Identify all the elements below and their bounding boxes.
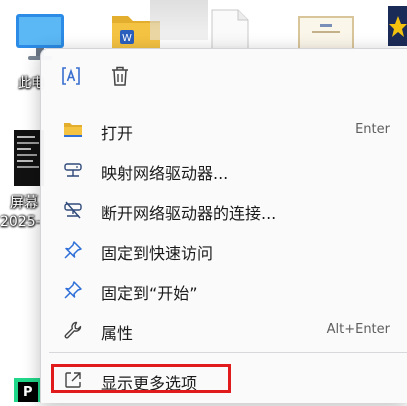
pycharm-icon: P [14, 378, 40, 402]
trash-icon [112, 66, 128, 86]
translate-button[interactable] [54, 61, 88, 91]
menu-item-shortcut: Alt+Enter [326, 322, 390, 337]
pin-icon [64, 241, 82, 259]
menu-item-open[interactable]: 打开 Enter [47, 111, 407, 149]
menu-item-label: 打开 [101, 124, 134, 143]
menu-item-label: 固定到快速访问 [101, 244, 214, 263]
wrench-icon [64, 321, 82, 339]
menu-item-disconnect-network-drive[interactable]: 断开网络驱动器的连接... [47, 191, 407, 229]
app-desktop-icon[interactable] [388, 6, 407, 46]
disconnect-drive-icon [64, 201, 82, 219]
star-app-icon [388, 6, 407, 46]
menu-item-label: 固定到“开始” [101, 284, 198, 303]
certificate-desktop-icon[interactable] [298, 16, 354, 50]
menu-item-label: 映射网络驱动器... [101, 164, 229, 183]
menu-item-pin-quick-access[interactable]: 固定到快速访问 [47, 231, 407, 269]
pycharm-desktop-icon[interactable]: P [14, 378, 40, 402]
svg-text:W: W [122, 33, 132, 44]
certificate-icon [298, 16, 354, 50]
highlight-box [51, 364, 231, 393]
file-icon [211, 9, 249, 51]
pin-icon [64, 281, 82, 299]
menu-item-pin-start[interactable]: 固定到“开始” [47, 271, 407, 309]
network-drive-icon [64, 163, 82, 177]
menu-item-shortcut: Enter [355, 122, 390, 137]
menu-item-map-network-drive[interactable]: 映射网络驱动器... [47, 151, 407, 189]
folder-icon [64, 123, 82, 137]
delete-button[interactable] [103, 61, 137, 91]
screenshot-label: 屏幕 [10, 195, 38, 211]
translate-icon [62, 67, 80, 85]
menu-separator [49, 352, 407, 353]
menu-item-properties[interactable]: 属性 Alt+Enter [47, 311, 407, 349]
file-desktop-icon[interactable] [208, 8, 252, 52]
menu-item-label: 属性 [101, 324, 134, 343]
svg-text:P: P [23, 385, 33, 400]
menu-item-label: 断开网络驱动器的连接... [101, 204, 277, 223]
screenshot-date-label: 2025- [0, 214, 41, 230]
context-menu: 打开 Enter 映射网络驱动器... 断开网络驱动器的连接... 固定到快速访… [40, 48, 407, 403]
